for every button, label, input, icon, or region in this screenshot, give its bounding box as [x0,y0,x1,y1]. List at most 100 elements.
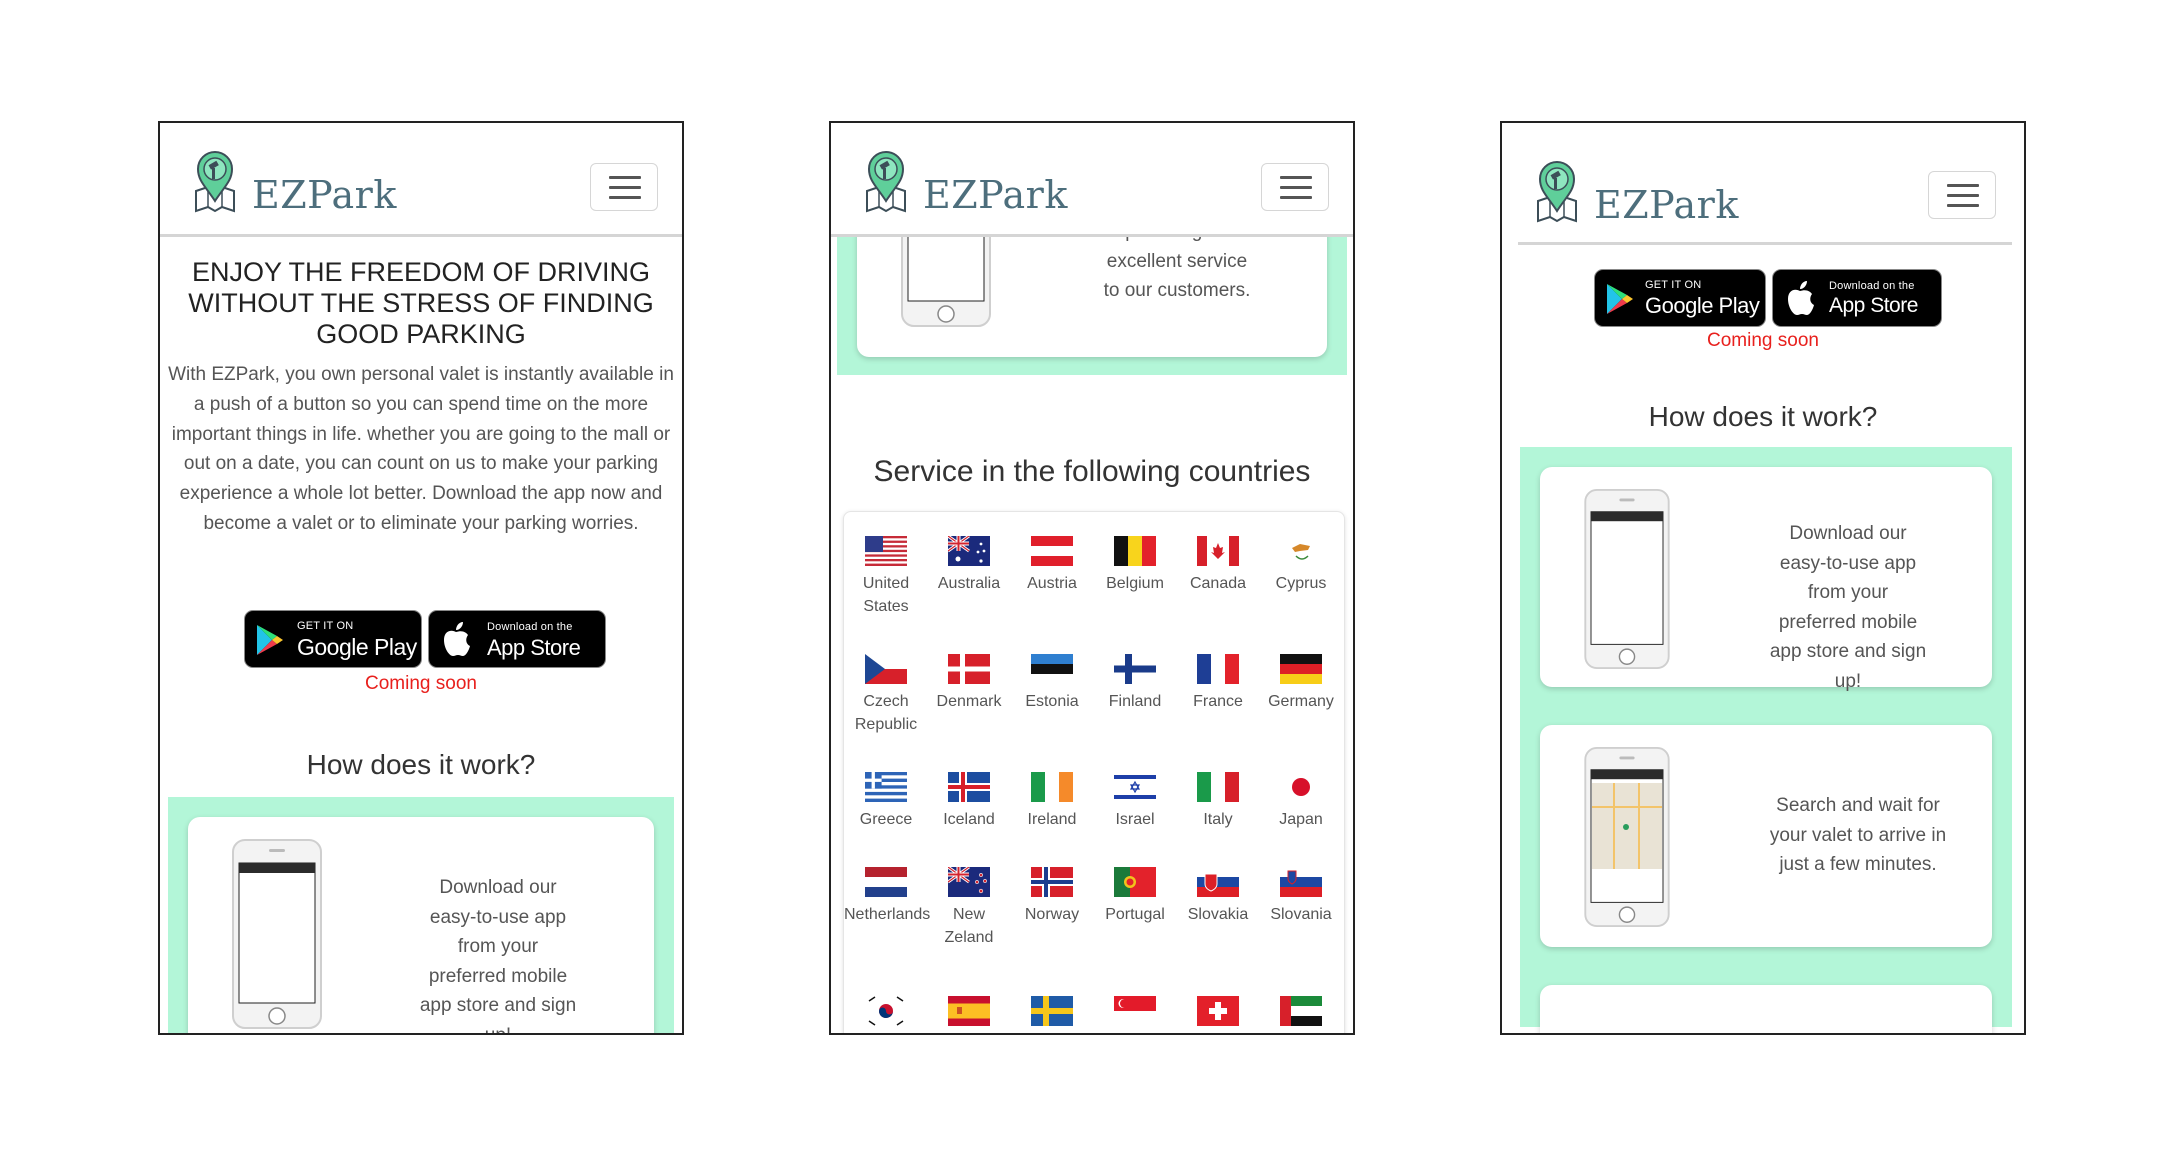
step-text: Download our easy-to-use app from your p… [419,877,577,1035]
google-play-label: Google Play [297,634,417,660]
country-australia: Australia [927,536,1011,595]
flag-switzerland-icon [1197,996,1239,1026]
flag-estonia-icon [1031,654,1073,684]
store-badges: GET IT ON Google Play Download on the Ap… [1594,269,1942,327]
store-badges: GET IT ON Google Play Download on the Ap… [244,610,606,668]
logo-icon[interactable] [192,151,238,213]
app-store-small-text: Download on the [487,621,573,633]
country-germany: Germany [1259,654,1343,713]
country-name: Iceland [943,811,995,828]
country-belgium: Belgium [1093,536,1177,595]
step-card [1540,985,1992,1033]
apple-icon [444,622,470,656]
flag-belgium-icon [1114,536,1156,566]
flag-finland-icon [1114,654,1156,684]
country-canada: Canada [1176,536,1260,595]
step-text: Download our easy-to-use app from your p… [1769,523,1927,692]
flag-israel-icon [1114,772,1156,802]
flag-cyprus-icon [1280,536,1322,566]
flag-slovakia-icon [1197,867,1239,897]
logo-icon[interactable] [863,151,909,213]
country-austria: Austria [1010,536,1094,595]
flag-united-states-icon [865,536,907,566]
step-card: Search and wait for your valet to arrive… [1540,725,1992,947]
country-name: Japan [1279,811,1323,828]
country-czech-republic: Czech Republic [844,654,928,736]
flag-sweden-icon [1031,996,1073,1026]
country-name: Israel [1115,811,1155,828]
flag-spain-icon [948,996,990,1026]
flag-france-icon [1197,654,1239,684]
flag-germany-icon [1280,654,1322,684]
hamburger-menu-button[interactable] [1261,163,1329,211]
country-cyprus: Cyprus [1259,536,1343,595]
app-store-small-text: Download on the [1829,280,1915,292]
app-store-label: App Store [1829,294,1918,317]
how-it-works-section: Download our easy-to-use app from your p… [168,797,674,1035]
flag-canada-icon [1197,536,1239,566]
country-name: Slovakia [1187,906,1249,923]
flag-japan-icon [1280,772,1322,802]
flag-norway-icon [1031,867,1073,897]
hero-description: With EZPark, you own personal valet is i… [168,364,674,534]
country-finland: Finland [1093,654,1177,713]
step-card: Download our easy-to-use app from your p… [1540,467,1992,692]
google-play-button[interactable]: GET IT ON Google Play [1594,269,1766,327]
country-name: Cyprus [1275,575,1327,592]
country-name: Portugal [1105,906,1165,923]
coming-soon-label: Coming soon [1707,330,1819,351]
app-store-button[interactable]: Download on the App Store [428,610,606,668]
country-united-states: United States [844,536,928,618]
hamburger-menu-button[interactable] [1928,171,1996,219]
flag-new-zealand-icon [948,867,990,897]
country-japan: Japan [1259,772,1343,831]
country-name: Belgium [1106,575,1164,592]
country-name: Australia [937,575,1001,592]
country-name: Norway [1024,906,1080,923]
country-denmark: Denmark [927,654,1011,713]
country-name: Finland [1108,693,1162,710]
countries-title: Service in the following countries [873,455,1311,488]
flag-singapore-icon [1114,996,1156,1026]
flag-greece-icon [865,772,907,802]
app-store-button[interactable]: Download on the App Store [1772,269,1942,327]
country-name: Estonia [1025,693,1079,710]
apple-icon [1788,281,1814,315]
flag-ireland-icon [1031,772,1073,802]
google-play-button[interactable]: GET IT ON Google Play [244,610,422,668]
brand-name[interactable]: EZPark [923,173,1068,217]
country-name: Germany [1268,693,1334,710]
logo-icon[interactable] [1534,161,1580,223]
how-it-works-title: How does it work? [1648,401,1878,432]
navbar: EZPark [160,123,682,237]
phone-screen-3: EZPark GET IT ON Google Play Download on… [1500,121,2026,1035]
country-slovania: Slovania [1259,867,1343,926]
hamburger-menu-button[interactable] [590,163,658,211]
flag-australia-icon [948,536,990,566]
flag-slovenia-icon [1280,867,1322,897]
country-iceland: Iceland [927,772,1011,831]
navbar: EZPark [831,123,1353,237]
brand-name[interactable]: EZPark [252,173,397,217]
flag-portugal-icon [1114,867,1156,897]
phone-screen-2: providing an excellent service to our cu… [829,121,1355,1035]
country-name: United States [862,575,910,615]
country-greece: Greece [844,772,928,831]
country-name: Italy [1203,811,1233,828]
country-israel: Israel [1093,772,1177,831]
hero-title: ENJOY THE FREEDOM OF DRIVING WITHOUT THE… [188,257,654,349]
brand-name[interactable]: EZPark [1594,183,1739,227]
country-name: New Zeland [944,906,994,946]
country-new-zeland: New Zeland [927,867,1011,949]
country-ireland: Ireland [1010,772,1094,831]
phone-mockup-image [1584,489,1670,669]
country-name: Netherlands [844,906,931,923]
flag-south-korea-icon [865,996,907,1026]
coming-soon-label: Coming soon [365,673,477,694]
country-name: Slovania [1270,906,1332,923]
country-slovakia: Slovakia [1176,867,1260,926]
country-name: Canada [1189,575,1247,592]
flag-czech-republic-icon [865,654,907,684]
google-play-small-text: GET IT ON [1645,279,1702,291]
country-italy: Italy [1176,772,1260,831]
